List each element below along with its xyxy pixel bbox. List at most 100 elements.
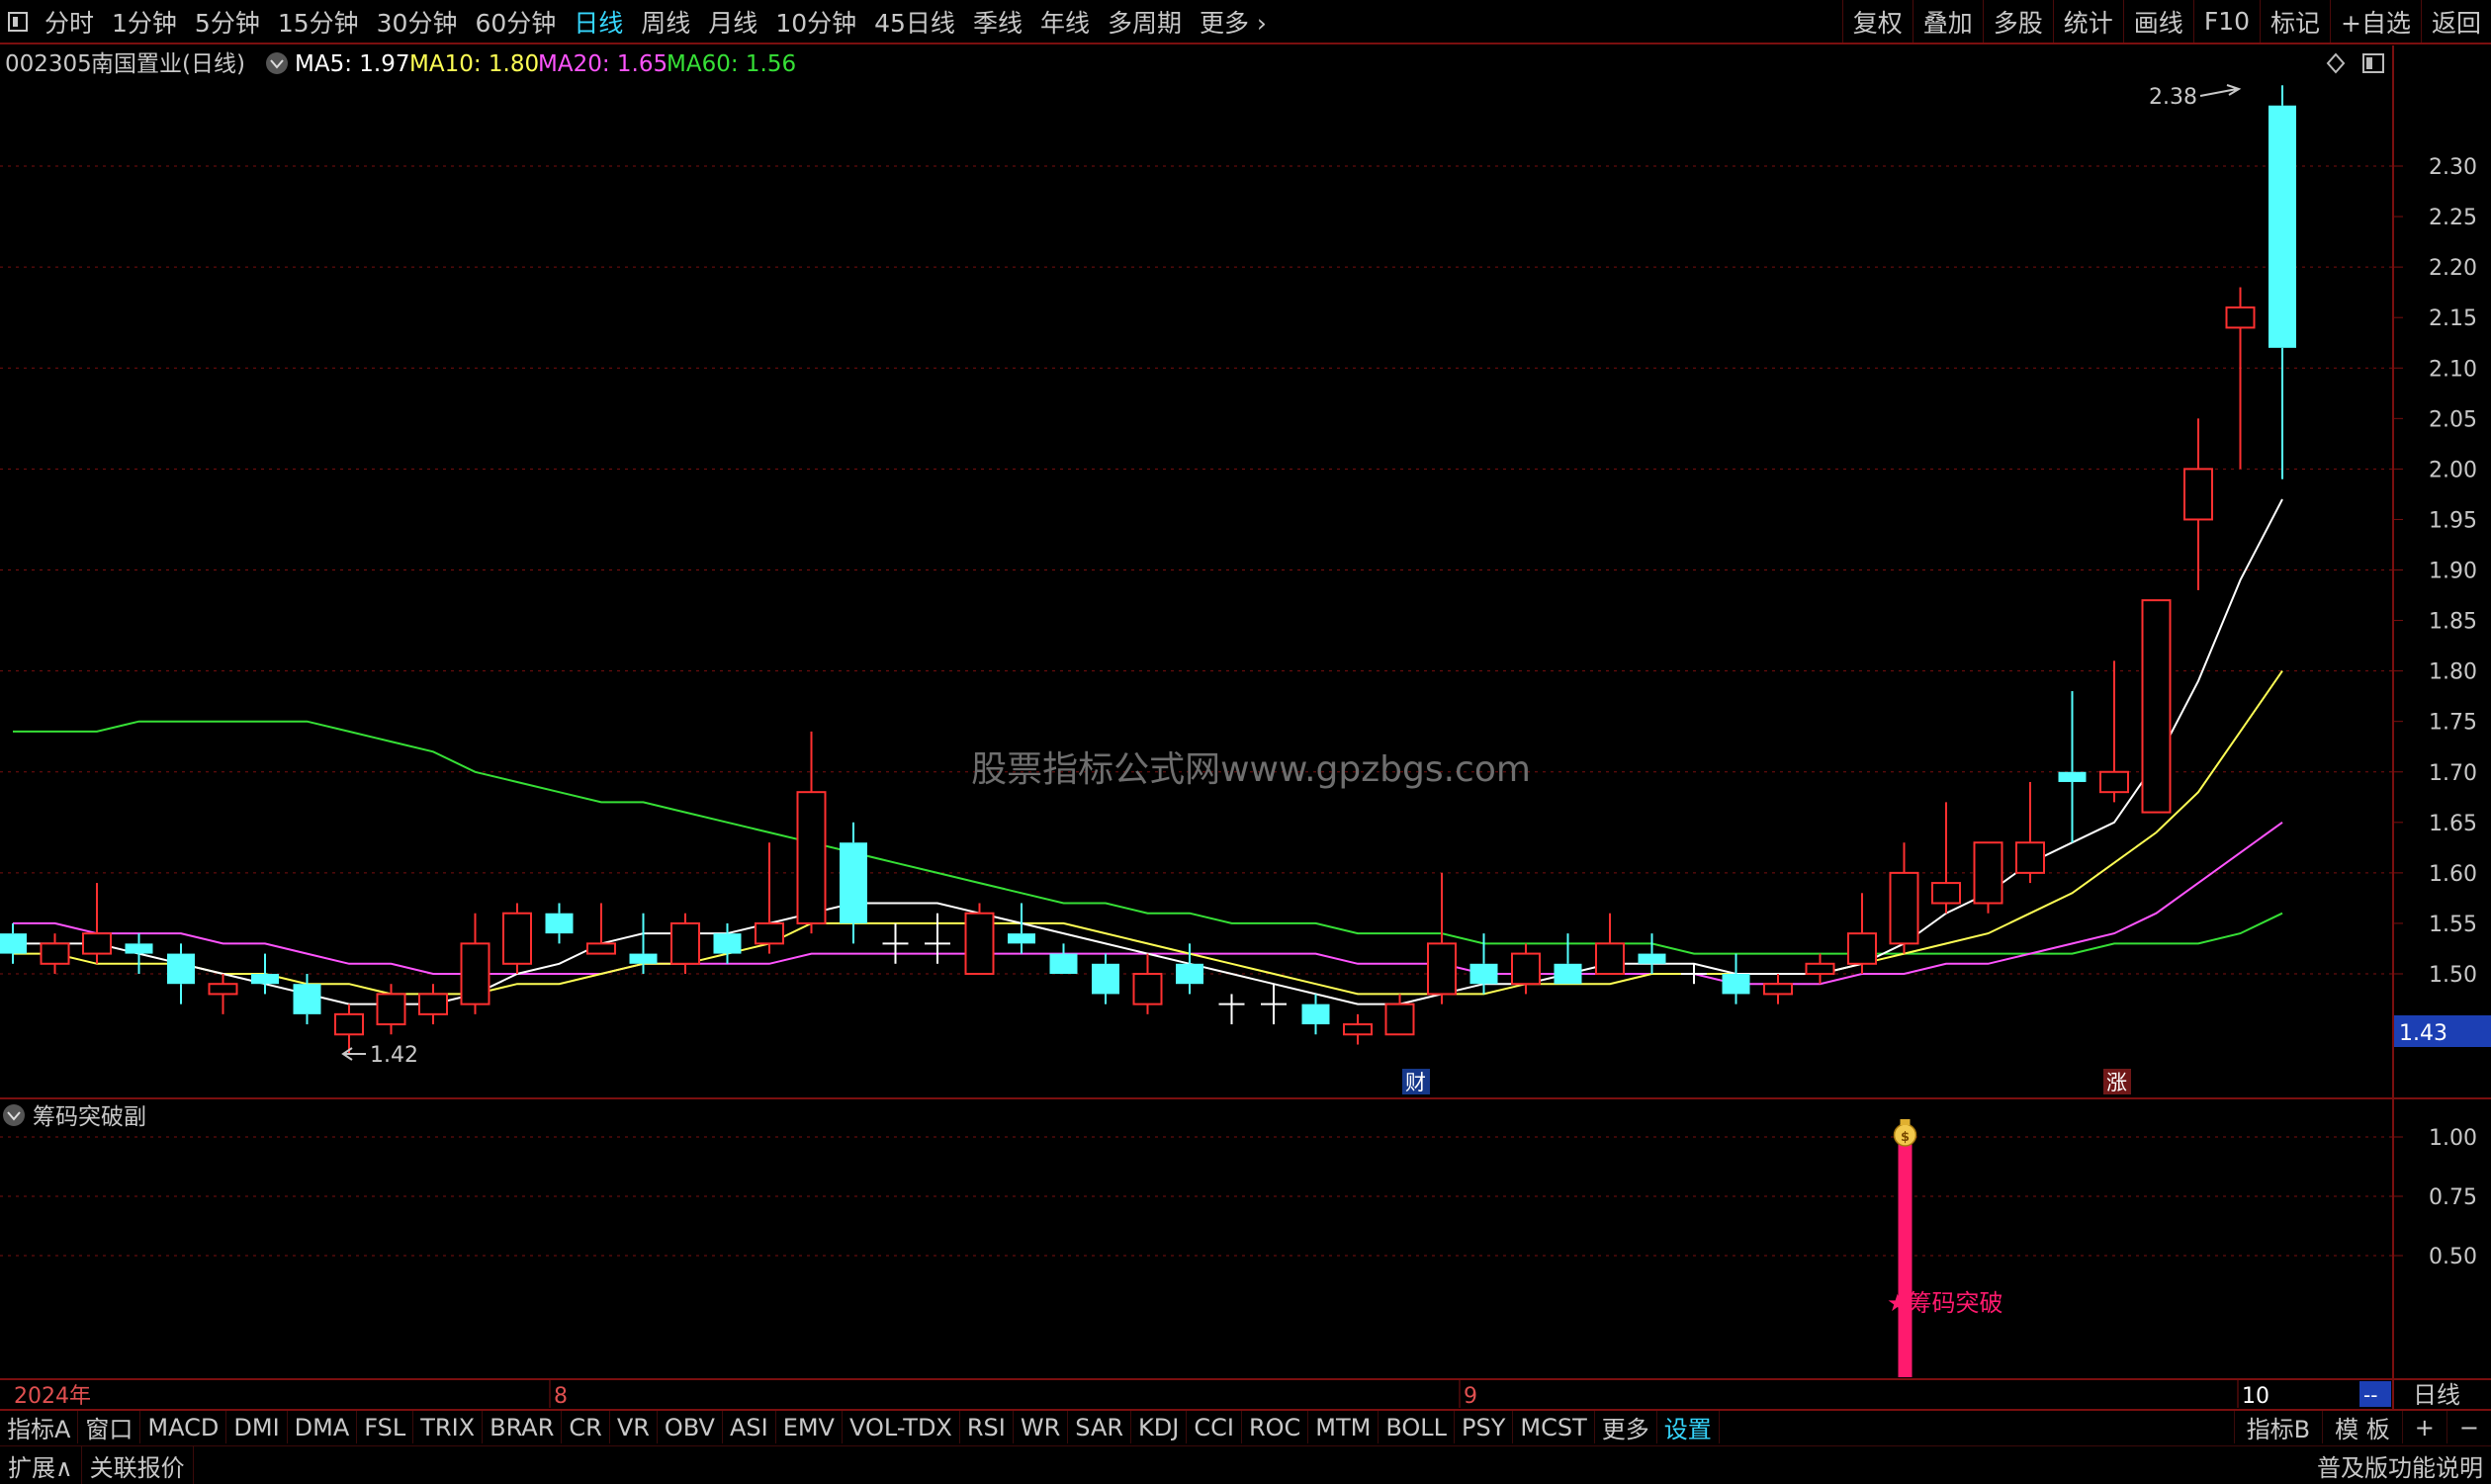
- indicator-tab[interactable]: CR: [562, 1411, 610, 1443]
- candle: [1554, 933, 1582, 985]
- candle: [964, 903, 995, 975]
- candle: [1301, 994, 1330, 1035]
- indicator-tab[interactable]: RSI: [960, 1411, 1014, 1443]
- indicator-tab[interactable]: TRIX: [413, 1411, 484, 1443]
- candle: [1847, 893, 1877, 974]
- indicator-tab-right[interactable]: +: [2401, 1411, 2447, 1443]
- candle-body: [1973, 841, 2003, 905]
- indicator-tab[interactable]: MCST: [1513, 1411, 1595, 1443]
- candle-body: [1763, 983, 1793, 996]
- price-tick-label: 1.70: [2429, 761, 2477, 786]
- indicator-tab-right[interactable]: −: [2446, 1411, 2491, 1443]
- candle: [1008, 903, 1035, 954]
- candle-body: [670, 921, 700, 965]
- candle-body: [2058, 771, 2087, 782]
- candle: [1261, 984, 1287, 1025]
- watermark: 股票指标公式网www.gpzbgs.com: [971, 749, 1531, 790]
- price-tick-label: 1.80: [2429, 660, 2477, 685]
- candle-body: [796, 791, 827, 924]
- expand-button[interactable]: 扩展∧: [0, 1446, 82, 1484]
- candle-body: [964, 912, 995, 975]
- indicator-tab[interactable]: MACD: [140, 1411, 227, 1443]
- help-link[interactable]: 普及版功能说明: [2309, 1448, 2491, 1483]
- high-price-annotation: 2.38: [2149, 84, 2242, 110]
- indicator-tab[interactable]: DMA: [288, 1411, 358, 1443]
- candle-body: [840, 842, 867, 923]
- indicator-tab[interactable]: VOL-TDX: [843, 1411, 960, 1443]
- indicator-tab[interactable]: SAR: [1068, 1411, 1132, 1443]
- candle-body: [1595, 942, 1625, 975]
- indicator-tab[interactable]: VR: [610, 1411, 658, 1443]
- high-price-label: 2.38: [2149, 85, 2197, 110]
- indicator-tab[interactable]: 窗口: [78, 1411, 141, 1443]
- candle-body: [293, 984, 321, 1014]
- candle: [2269, 85, 2296, 480]
- candle: [1384, 994, 1415, 1036]
- indicator-tick-label: 0.75: [2429, 1185, 2477, 1210]
- date-label-oct: 10: [2242, 1384, 2269, 1409]
- indicator-tab[interactable]: FSL: [357, 1411, 414, 1443]
- price-tick-label: 1.60: [2429, 862, 2477, 887]
- indicator-tab[interactable]: DMI: [226, 1411, 288, 1443]
- candle-body: [2015, 841, 2045, 874]
- indicator-tab[interactable]: EMV: [776, 1411, 843, 1443]
- current-price-label: 1.43: [2399, 1021, 2447, 1046]
- indicator-tab[interactable]: KDJ: [1131, 1411, 1188, 1443]
- candle: [334, 1004, 364, 1055]
- candle: [167, 943, 195, 1004]
- window-icon[interactable]: [2362, 53, 2384, 73]
- candle: [0, 922, 27, 964]
- candle-body: [1931, 882, 1961, 905]
- candle-body: [1847, 932, 1877, 965]
- candle: [418, 984, 448, 1025]
- candle: [882, 922, 909, 964]
- indicator-tab[interactable]: ASI: [723, 1411, 776, 1443]
- candle-body: [2099, 770, 2129, 794]
- price-tick-label: 2.20: [2429, 256, 2477, 281]
- candle: [629, 913, 658, 974]
- indicator-tab[interactable]: 设置: [1657, 1411, 1720, 1443]
- indicator-tab-right[interactable]: 模 板: [2322, 1411, 2402, 1443]
- candle: [460, 913, 490, 1014]
- indicator-tab[interactable]: 更多: [1595, 1411, 1657, 1443]
- candle: [2225, 287, 2256, 470]
- price-tick-label: 2.25: [2429, 206, 2477, 230]
- indicator-tab[interactable]: OBV: [658, 1411, 723, 1443]
- indicator-tab[interactable]: BRAR: [483, 1411, 563, 1443]
- collapse-icon[interactable]: [266, 52, 288, 74]
- candle-body: [1511, 952, 1541, 986]
- price-tick-label: 1.75: [2429, 711, 2477, 736]
- diamond-icon[interactable]: [2326, 52, 2346, 74]
- indicator-tab[interactable]: MTM: [1308, 1411, 1379, 1443]
- candle-body: [1343, 1023, 1373, 1036]
- linked-quotes-button[interactable]: 关联报价: [82, 1446, 194, 1484]
- kline-chart[interactable]: 2.30 2.25 2.20 2.15 2.10 2.05 2.00 1.95 1.90 1.85…: [0, 0, 2491, 1409]
- candle: [545, 903, 574, 944]
- indicator-tab[interactable]: 指标A: [0, 1411, 79, 1443]
- candle-body: [376, 993, 406, 1026]
- indicator-tab[interactable]: CCI: [1187, 1411, 1242, 1443]
- candle-body: [125, 943, 153, 954]
- candle-body: [0, 933, 27, 954]
- price-tick-label: 2.15: [2429, 306, 2477, 331]
- candle-body: [1132, 973, 1163, 1005]
- candle-body: [2269, 105, 2296, 348]
- indicator-tab[interactable]: WR: [1014, 1411, 1069, 1443]
- indicator-tab[interactable]: ROC: [1242, 1411, 1309, 1443]
- indicator-tab-right[interactable]: 指标B: [2233, 1411, 2322, 1443]
- candle: [1931, 802, 1961, 914]
- candle: [1427, 872, 1457, 1004]
- price-tick-label: 2.00: [2429, 458, 2477, 482]
- candle: [796, 731, 827, 934]
- indicator-collapse-icon[interactable]: [3, 1104, 25, 1126]
- price-tick-label: 2.30: [2429, 155, 2477, 180]
- candle-body: [334, 1012, 364, 1036]
- signal-label: ★筹码突破: [1887, 1289, 2003, 1317]
- ma10-line: [13, 670, 2283, 996]
- candle-body: [1638, 953, 1666, 964]
- indicator-tab[interactable]: BOLL: [1379, 1411, 1456, 1443]
- price-tick-label: 2.05: [2429, 407, 2477, 432]
- indicator-tab[interactable]: PSY: [1455, 1411, 1514, 1443]
- period-label[interactable]: 日线: [2413, 1381, 2460, 1409]
- candle: [1218, 994, 1245, 1025]
